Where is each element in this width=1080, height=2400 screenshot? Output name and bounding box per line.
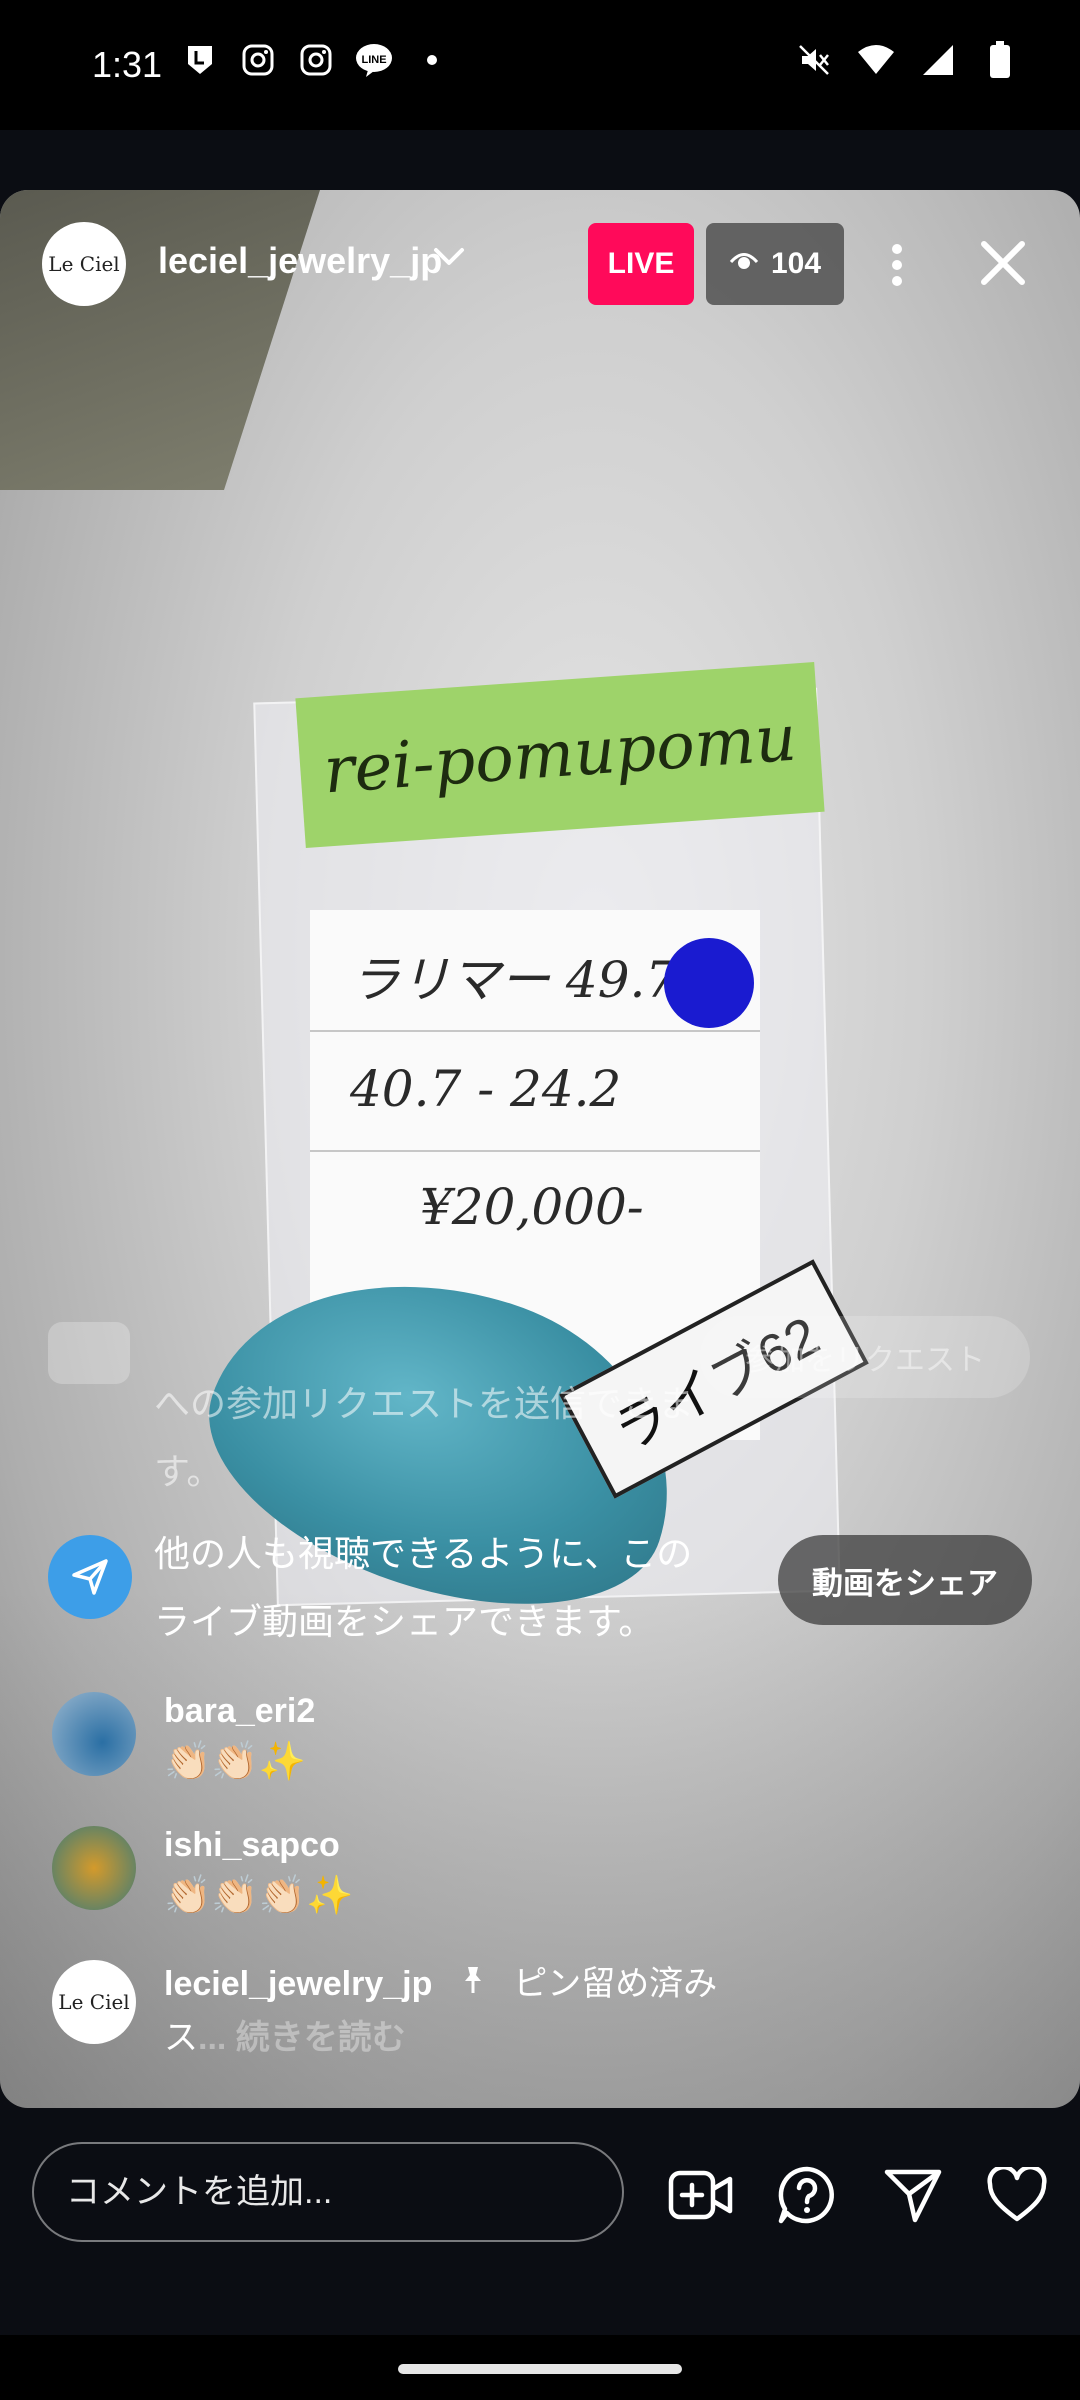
- dot-icon: [412, 40, 452, 80]
- signal-icon: [918, 40, 958, 80]
- paper-plane-icon: [48, 1535, 132, 1619]
- comment-username[interactable]: ishi_sapco: [164, 1826, 340, 1865]
- question-icon[interactable]: [772, 2160, 842, 2230]
- more-options-button[interactable]: [874, 236, 920, 294]
- status-time: 1:31: [92, 44, 163, 85]
- join-request-text: への参加リクエストを送信できます。: [154, 1383, 695, 1492]
- notification-icons: LINE: [180, 40, 452, 80]
- home-indicator[interactable]: [398, 2364, 682, 2374]
- card-divider: [310, 1150, 760, 1152]
- close-button[interactable]: [970, 230, 1036, 296]
- pinned-comment-header[interactable]: leciel_jewelry_jp ピン留め済み: [164, 1956, 717, 2005]
- card-divider: [310, 1030, 760, 1032]
- chevron-down-icon[interactable]: [432, 244, 466, 273]
- eye-icon: [729, 247, 759, 281]
- pinned-avatar[interactable]: Le Ciel: [52, 1960, 136, 2044]
- battery-icon: [980, 40, 1020, 80]
- viewer-count-badge[interactable]: 104: [706, 223, 844, 305]
- heart-icon[interactable]: [982, 2160, 1052, 2230]
- pinned-label: ピン留め済み: [513, 1965, 718, 2003]
- card-line-1: ラリマー 49.71: [350, 951, 710, 1009]
- comment-text: 👏🏻👏🏻👏🏻✨: [164, 1875, 354, 1917]
- request-to-join-button[interactable]: 参加をリクエスト: [700, 1316, 1030, 1398]
- status-bar: 1:31 LINE: [0, 0, 1080, 130]
- host-avatar[interactable]: Le Ciel: [42, 222, 126, 306]
- viewer-count: 104: [770, 247, 822, 280]
- send-icon[interactable]: [878, 2160, 948, 2230]
- host-username[interactable]: leciel_jewelry_jp: [158, 240, 442, 282]
- card-line-2: 40.7 - 24.2: [350, 1060, 622, 1118]
- svg-text:LINE: LINE: [361, 54, 386, 66]
- add-video-icon[interactable]: [666, 2160, 736, 2230]
- card-line-3: ¥20,000-: [420, 1178, 644, 1236]
- read-more-link[interactable]: ... 続きを読む: [198, 2019, 406, 2057]
- wifi-icon: [856, 40, 896, 80]
- pin-icon: [460, 1965, 495, 2003]
- share-prompt-text: 他の人も視聴できるように、このライブ動画をシェアできます。: [154, 1533, 693, 1642]
- join-request-icon: [48, 1322, 130, 1384]
- video-background-object: [0, 190, 320, 490]
- avatar[interactable]: [52, 1692, 136, 1776]
- comment-input[interactable]: [32, 2142, 624, 2242]
- live-video[interactable]: rei-pomupomu ラリマー 49.71 40.7 - 24.2 ¥20,…: [0, 190, 1080, 2108]
- mute-icon: [794, 40, 834, 80]
- comment-text: 👏🏻👏🏻✨: [164, 1741, 306, 1783]
- avatar[interactable]: [52, 1826, 136, 1910]
- video-blue-sticker: [664, 938, 754, 1028]
- instagram-icon: [296, 40, 336, 80]
- pinned-comment-text[interactable]: ス... 続きを読む: [164, 2010, 406, 2059]
- system-icons: [794, 40, 1020, 80]
- instagram-icon: [238, 40, 278, 80]
- share-video-button[interactable]: 動画をシェア: [778, 1535, 1032, 1625]
- pinned-text-start: ス: [164, 2019, 198, 2057]
- video-bottom-shade: [0, 1590, 1080, 2108]
- line-icon: LINE: [354, 40, 394, 80]
- l-app-icon: [180, 40, 220, 80]
- pinned-username: leciel_jewelry_jp: [164, 1965, 433, 2003]
- live-badge: LIVE: [588, 223, 694, 305]
- comment-username[interactable]: bara_eri2: [164, 1692, 315, 1731]
